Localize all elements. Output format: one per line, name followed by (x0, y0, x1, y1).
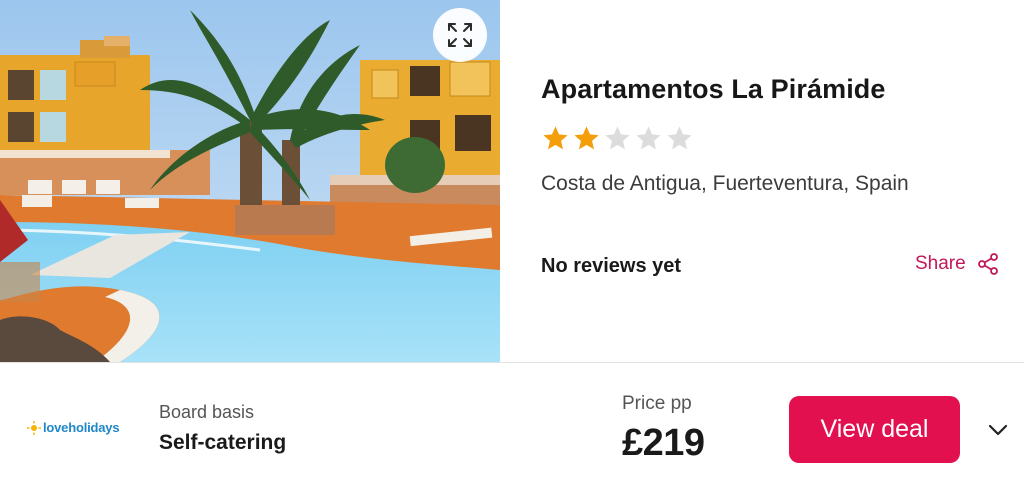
hotel-name[interactable]: Apartamentos La Pirámide (541, 74, 886, 105)
board-basis-label: Board basis (159, 402, 255, 422)
price-value: £219 (622, 422, 705, 464)
hotel-info: Apartamentos La Pirámide Costa de Antigu… (541, 0, 1011, 362)
chevron-down-icon[interactable] (984, 416, 1012, 444)
share-icon (977, 253, 998, 275)
star-empty-icon (667, 126, 692, 150)
hotel-photo-illustration (0, 0, 500, 362)
star-filled-icon (543, 126, 568, 150)
star-filled-icon (574, 126, 599, 150)
reviews-status: No reviews yet (541, 255, 682, 277)
star-empty-icon (636, 126, 661, 150)
share-button[interactable]: Share (915, 252, 1000, 276)
provider-name: loveholidays (43, 420, 120, 435)
star-empty-icon (605, 126, 630, 150)
expand-icon (448, 23, 472, 47)
board-basis-value: Self-catering (159, 431, 287, 454)
expand-photo-button[interactable] (433, 8, 487, 62)
price-label: Price pp (622, 393, 692, 414)
section-divider (0, 362, 1024, 363)
provider-logo: loveholidays (27, 420, 120, 435)
hotel-photo[interactable] (0, 0, 500, 362)
view-deal-button[interactable]: View deal (789, 396, 960, 463)
share-label: Share (915, 253, 966, 274)
hotel-location: Costa de Antigua, Fuerteventura, Spain (541, 172, 909, 195)
sun-icon (27, 420, 41, 435)
star-rating (541, 124, 694, 153)
